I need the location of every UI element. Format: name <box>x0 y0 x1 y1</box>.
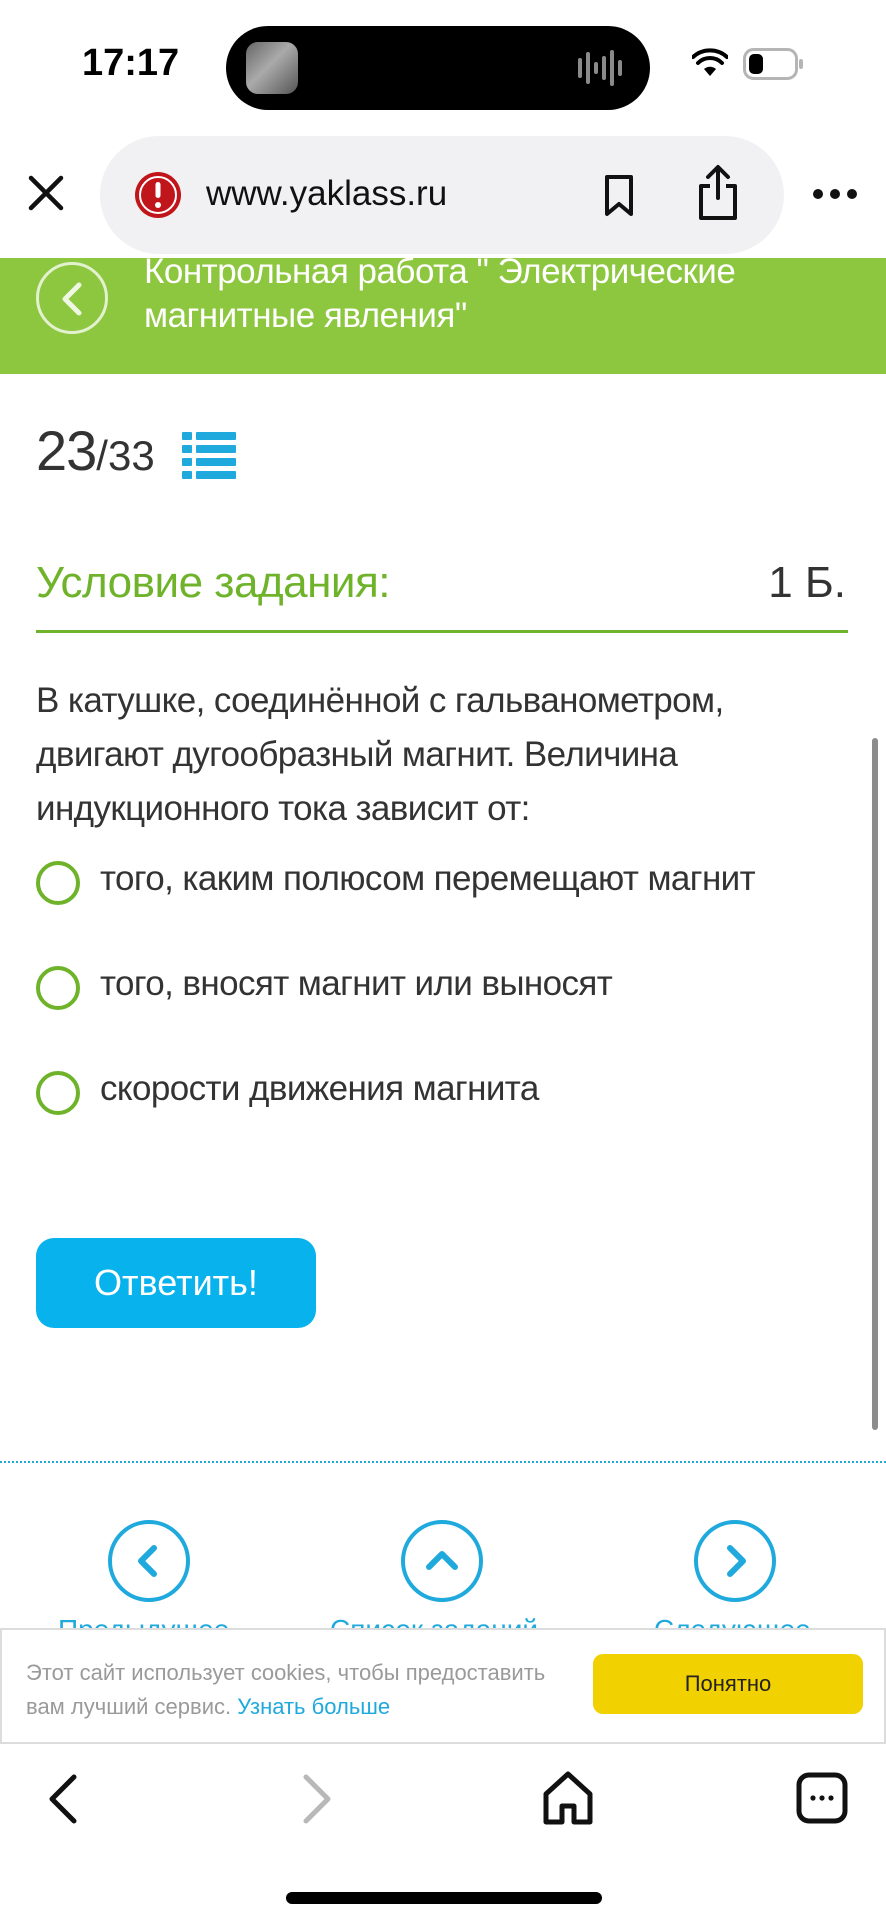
page-scrollbar[interactable] <box>872 738 878 1430</box>
insecure-warning-icon <box>135 172 181 218</box>
test-title: Контрольная работа " Электрические магни… <box>144 258 736 335</box>
task-current: 23 <box>36 419 97 482</box>
next-task-button[interactable] <box>694 1520 776 1602</box>
wifi-icon <box>692 48 728 76</box>
chevron-left-icon <box>138 1545 157 1577</box>
tabs-icon[interactable] <box>796 1772 848 1824</box>
answer-option[interactable]: скорости движения магнита <box>36 1065 856 1125</box>
close-icon[interactable] <box>26 173 66 213</box>
bookmark-icon[interactable] <box>602 174 636 218</box>
answer-option-label: скорости движения магнита <box>100 1069 539 1108</box>
answer-option-label: того, каким полюсом перемещают магнит <box>100 859 756 898</box>
share-icon[interactable] <box>696 164 740 222</box>
previous-task-button[interactable] <box>108 1520 190 1602</box>
audio-waveform-icon <box>578 50 622 86</box>
header-back-button[interactable] <box>36 262 108 334</box>
answer-option[interactable]: того, каким полюсом перемещают магнит <box>36 855 856 915</box>
chevron-left-icon <box>62 282 82 316</box>
task-total: /33 <box>96 432 155 479</box>
chevron-right-icon <box>727 1545 746 1577</box>
now-playing-artwork <box>246 42 298 94</box>
answer-button[interactable]: Ответить! <box>36 1238 316 1328</box>
browser-forward-icon[interactable] <box>296 1772 336 1826</box>
cookie-learn-more-link[interactable]: Узнать больше <box>237 1694 390 1719</box>
condition-points: 1 Б. <box>768 558 846 607</box>
browser-back-icon[interactable] <box>44 1772 84 1826</box>
chevron-up-icon <box>426 1551 458 1570</box>
radio-button[interactable] <box>36 1071 80 1115</box>
radio-button[interactable] <box>36 861 80 905</box>
more-options-icon[interactable] <box>812 188 858 200</box>
question-text: В катушке, соединённой с гальванометром,… <box>36 681 724 828</box>
url-text: www.yaklass.ru <box>206 174 448 213</box>
home-indicator[interactable] <box>286 1892 602 1904</box>
radio-button[interactable] <box>36 966 80 1010</box>
status-bar: 17:17 <box>0 0 886 130</box>
section-divider <box>0 1461 886 1463</box>
url-field[interactable]: www.yaklass.ru <box>100 136 784 254</box>
answer-option[interactable]: того, вносят магнит или выносят <box>36 960 856 1020</box>
task-list-button[interactable] <box>401 1520 483 1602</box>
battery-icon <box>743 48 803 80</box>
dynamic-island[interactable] <box>226 26 650 110</box>
cookie-text: Этот сайт использует cookies, чтобы пред… <box>26 1656 586 1724</box>
condition-title: Условие задания: <box>36 558 391 607</box>
condition-divider <box>36 630 848 633</box>
browser-toolbar <box>0 1744 886 1920</box>
cookie-banner: Этот сайт использует cookies, чтобы пред… <box>0 1628 886 1744</box>
answer-option-label: того, вносят магнит или выносят <box>100 964 613 1003</box>
task-list-icon[interactable] <box>182 430 236 480</box>
task-counter: 23/33 <box>36 418 155 483</box>
test-header: Контрольная работа " Электрические магни… <box>0 258 886 374</box>
status-time: 17:17 <box>82 42 180 84</box>
home-icon[interactable] <box>542 1770 594 1826</box>
cookie-accept-button[interactable]: Понятно <box>593 1654 863 1714</box>
browser-address-bar: www.yaklass.ru <box>0 130 886 258</box>
